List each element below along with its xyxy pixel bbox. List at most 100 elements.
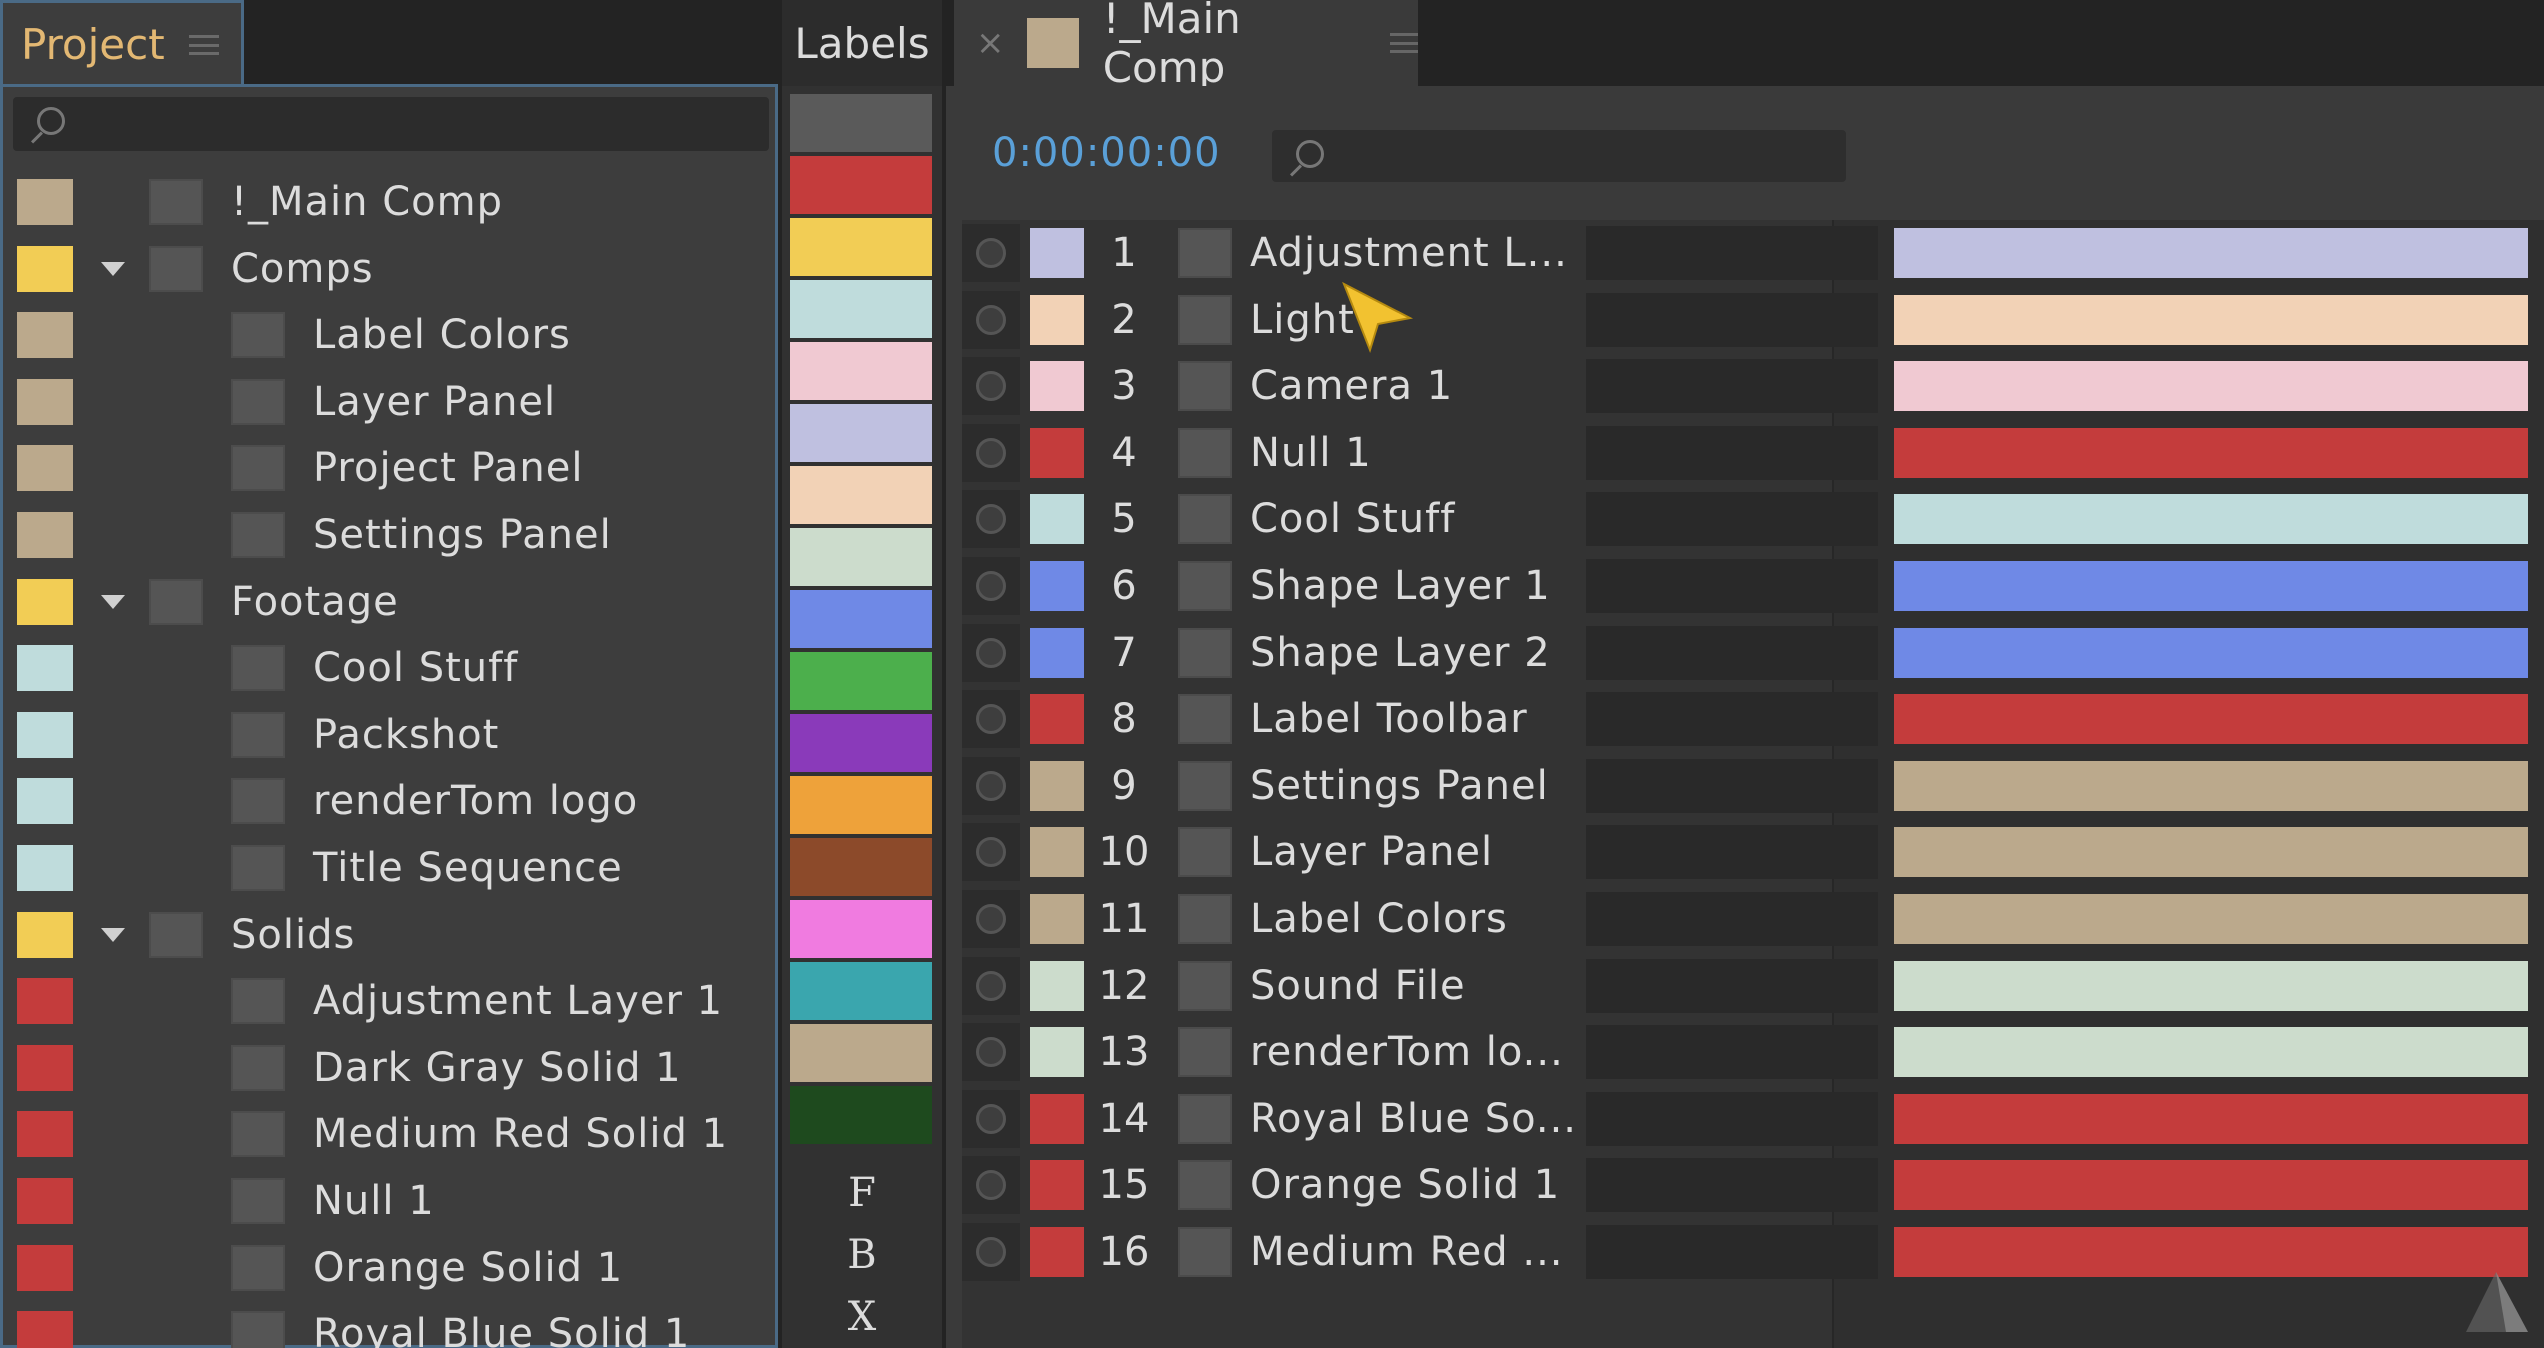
visibility-toggle[interactable] xyxy=(962,423,1020,482)
layer-duration-bar[interactable] xyxy=(1894,1227,2528,1277)
layer-name[interactable]: Camera 1 xyxy=(1250,361,1570,411)
layer-search-input[interactable] xyxy=(1272,130,1846,182)
label-color-swatch[interactable] xyxy=(17,1311,73,1348)
layer-duration-bar[interactable] xyxy=(1894,827,2528,878)
visibility-toggle[interactable] xyxy=(962,1089,1020,1148)
layer-label-swatch[interactable] xyxy=(1030,627,1084,678)
layer-row[interactable]: 7 Shape Layer 2 xyxy=(962,620,2544,687)
project-item[interactable]: Royal Blue Solid 1 xyxy=(3,1301,775,1348)
panel-menu-icon[interactable] xyxy=(1390,33,1418,53)
layer-switches[interactable] xyxy=(1586,1091,1878,1146)
layer-name[interactable]: Adjustment L... xyxy=(1250,228,1570,278)
label-color-swatch[interactable] xyxy=(17,645,73,692)
label-color-swatch[interactable] xyxy=(17,1111,73,1158)
project-item[interactable]: Orange Solid 1 xyxy=(3,1235,775,1302)
panel-menu-icon[interactable] xyxy=(188,34,219,55)
label-color-swatch[interactable] xyxy=(17,1177,73,1224)
project-item[interactable]: Adjustment Layer 1 xyxy=(3,968,775,1035)
project-item[interactable]: Comps xyxy=(3,236,775,303)
visibility-toggle[interactable] xyxy=(962,490,1020,549)
layer-switches[interactable] xyxy=(1586,692,1878,747)
layer-duration-bar[interactable] xyxy=(1894,228,2528,278)
visibility-toggle[interactable] xyxy=(962,756,1020,815)
layer-label-swatch[interactable] xyxy=(1030,1027,1084,1078)
layer-name[interactable]: Layer Panel xyxy=(1250,827,1570,877)
label-color-option[interactable] xyxy=(790,714,932,772)
layer-name[interactable]: Sound File xyxy=(1250,961,1570,1011)
layer-duration-bar[interactable] xyxy=(1894,561,2528,611)
layer-label-swatch[interactable] xyxy=(1030,827,1084,878)
layer-row[interactable]: 4 Null 1 xyxy=(962,420,2544,487)
comp-label-swatch[interactable] xyxy=(1026,18,1079,68)
layer-row[interactable]: 15 Orange Solid 1 xyxy=(962,1152,2544,1219)
project-item[interactable]: Settings Panel xyxy=(3,502,775,569)
label-color-option[interactable] xyxy=(790,404,932,462)
layer-label-swatch[interactable] xyxy=(1030,427,1084,478)
label-color-swatch[interactable] xyxy=(17,511,73,558)
label-color-option[interactable] xyxy=(790,1086,932,1144)
layer-switches[interactable] xyxy=(1586,492,1878,547)
project-item[interactable]: Cool Stuff xyxy=(3,635,775,702)
layer-label-swatch[interactable] xyxy=(1030,894,1084,944)
label-color-swatch[interactable] xyxy=(17,378,73,425)
label-color-swatch[interactable] xyxy=(17,1044,73,1091)
label-color-option[interactable] xyxy=(790,962,932,1020)
chevron-down-icon[interactable] xyxy=(101,927,125,942)
label-color-swatch[interactable] xyxy=(17,978,73,1025)
layer-row[interactable]: 1 Adjustment L... xyxy=(962,220,2544,287)
chevron-down-icon[interactable] xyxy=(101,594,125,609)
project-item[interactable]: Project Panel xyxy=(3,435,775,502)
project-item[interactable]: Null 1 xyxy=(3,1168,775,1235)
layer-switches[interactable] xyxy=(1586,1225,1878,1279)
layer-duration-bar[interactable] xyxy=(1894,494,2528,545)
layer-duration-bar[interactable] xyxy=(1894,627,2528,678)
project-item[interactable]: Medium Red Solid 1 xyxy=(3,1101,775,1168)
layer-name[interactable]: Label Colors xyxy=(1250,894,1570,944)
label-color-swatch[interactable] xyxy=(17,445,73,492)
label-color-swatch[interactable] xyxy=(17,711,73,758)
layer-row[interactable]: 3 Camera 1 xyxy=(962,353,2544,420)
project-item[interactable]: Label Colors xyxy=(3,302,775,369)
layer-switches[interactable] xyxy=(1586,758,1878,813)
layer-switches[interactable] xyxy=(1586,825,1878,880)
layer-row[interactable]: 8 Label Toolbar xyxy=(962,686,2544,753)
layer-label-swatch[interactable] xyxy=(1030,760,1084,811)
project-item[interactable]: Title Sequence xyxy=(3,835,775,902)
layer-name[interactable]: Cool Stuff xyxy=(1250,494,1570,544)
label-color-swatch[interactable] xyxy=(17,1244,73,1291)
layer-switches[interactable] xyxy=(1586,1158,1878,1213)
label-color-option[interactable] xyxy=(790,342,932,400)
layer-row[interactable]: 6 Shape Layer 1 xyxy=(962,553,2544,620)
layer-name[interactable]: Shape Layer 2 xyxy=(1250,628,1570,678)
label-color-swatch[interactable] xyxy=(17,578,73,625)
label-shortcut-key[interactable]: B xyxy=(782,1224,942,1286)
visibility-toggle[interactable] xyxy=(962,224,1020,282)
project-item[interactable]: Solids xyxy=(3,902,775,969)
tab-main-comp[interactable]: × !_Main Comp xyxy=(954,0,1418,92)
label-color-option[interactable] xyxy=(790,652,932,710)
layer-name[interactable]: Label Toolbar xyxy=(1250,694,1570,744)
project-item[interactable]: Layer Panel xyxy=(3,369,775,436)
layer-switches[interactable] xyxy=(1586,359,1878,414)
layer-name[interactable]: Orange Solid 1 xyxy=(1250,1160,1570,1210)
label-shortcut-key[interactable]: F xyxy=(782,1162,942,1224)
layer-name[interactable]: Settings Panel xyxy=(1250,761,1570,811)
visibility-toggle[interactable] xyxy=(962,690,1020,749)
label-color-swatch[interactable] xyxy=(17,312,73,359)
layer-row[interactable]: 12 Sound File xyxy=(962,953,2544,1020)
project-item[interactable]: !_Main Comp xyxy=(3,169,775,236)
layer-row[interactable]: 5 Cool Stuff xyxy=(962,486,2544,553)
layer-switches[interactable] xyxy=(1586,958,1878,1013)
layer-label-swatch[interactable] xyxy=(1030,228,1084,278)
layer-label-swatch[interactable] xyxy=(1030,694,1084,745)
layer-switches[interactable] xyxy=(1586,892,1878,946)
label-color-swatch[interactable] xyxy=(17,844,73,891)
visibility-toggle[interactable] xyxy=(962,557,1020,615)
visibility-toggle[interactable] xyxy=(962,623,1020,682)
label-color-option[interactable] xyxy=(790,280,932,338)
label-shortcut-key[interactable]: X xyxy=(782,1286,942,1348)
label-color-option[interactable] xyxy=(790,838,932,896)
label-color-option[interactable] xyxy=(790,776,932,834)
layer-row[interactable]: 10 Layer Panel xyxy=(962,819,2544,886)
layer-name[interactable]: Null 1 xyxy=(1250,428,1570,478)
